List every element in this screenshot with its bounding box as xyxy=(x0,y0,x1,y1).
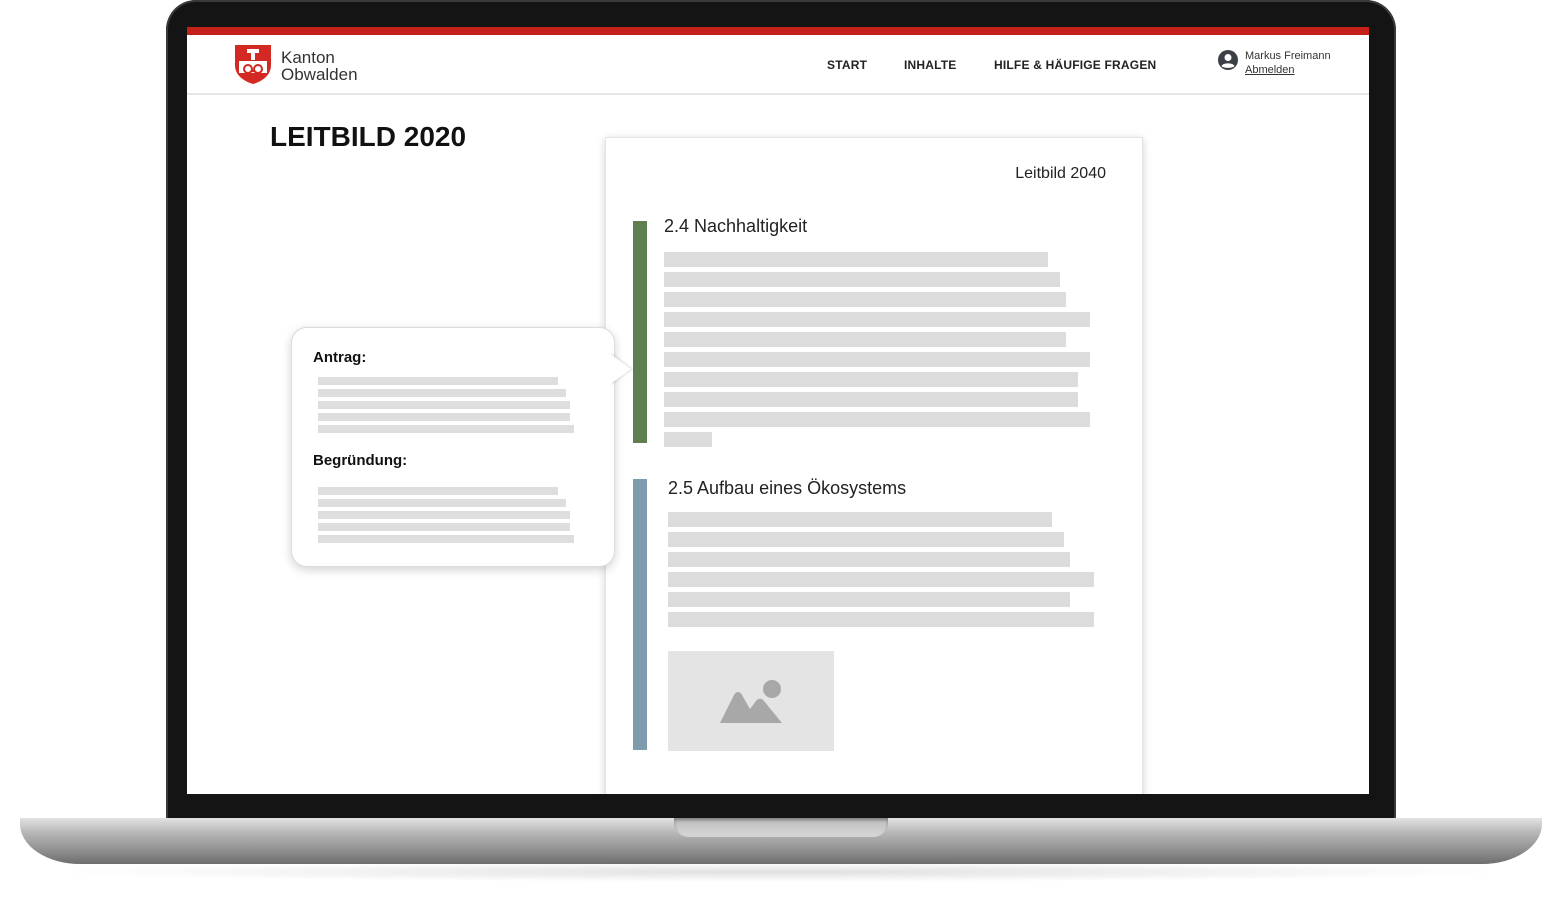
brand-top-bar xyxy=(187,27,1369,35)
text-line xyxy=(664,332,1066,347)
text-line xyxy=(668,532,1064,547)
text-line xyxy=(318,535,574,543)
nav-hilfe[interactable]: HILFE & HÄUFIGE FRAGEN xyxy=(994,58,1156,72)
text-line xyxy=(318,401,570,409)
text-line xyxy=(318,413,570,421)
callout-pointer xyxy=(609,353,631,385)
nav-inhalte[interactable]: INHALTE xyxy=(904,58,957,72)
screen: Kanton Obwalden START INHALTE HILFE & HÄ… xyxy=(187,27,1369,794)
text-line xyxy=(318,499,566,507)
document-title: Leitbild 2040 xyxy=(1015,165,1106,182)
text-line xyxy=(664,432,712,447)
logo-line-1: Kanton xyxy=(281,47,335,67)
logout-link[interactable]: Abmelden xyxy=(1245,63,1331,77)
nav-start[interactable]: START xyxy=(827,58,867,72)
section-marker-oekosystem xyxy=(633,479,647,750)
text-line xyxy=(668,512,1052,527)
text-line xyxy=(664,372,1078,387)
text-line xyxy=(318,511,570,519)
logo[interactable]: Kanton Obwalden xyxy=(233,41,358,90)
section-heading-oekosystem: 2.5 Aufbau eines Ökosystems xyxy=(668,478,907,498)
begruendung-label: Begründung: xyxy=(313,452,408,469)
logo-line-2: Obwalden xyxy=(281,64,358,84)
text-line xyxy=(664,292,1066,307)
page-title: LEITBILD 2020 xyxy=(270,121,467,152)
text-line xyxy=(664,312,1090,327)
text-line xyxy=(664,392,1078,407)
section-marker-nachhaltigkeit xyxy=(633,221,647,443)
text-line xyxy=(318,389,566,397)
logo-text: Kanton Obwalden xyxy=(281,49,358,83)
text-line xyxy=(318,425,574,433)
text-line xyxy=(318,487,558,495)
laptop-notch xyxy=(674,818,888,837)
text-line xyxy=(318,377,558,385)
text-line xyxy=(668,592,1070,607)
antrag-label: Antrag: xyxy=(313,349,367,366)
text-line xyxy=(664,252,1048,267)
user-account-icon[interactable] xyxy=(1217,49,1239,77)
document-page: Leitbild 2040 2.4 Nachhaltigkeit 2.5 Auf… xyxy=(605,137,1143,794)
text-line xyxy=(668,572,1094,587)
image-placeholder xyxy=(668,651,834,751)
text-line xyxy=(664,412,1090,427)
coat-of-arms-icon xyxy=(233,41,273,90)
user-area: Markus Freimann Abmelden xyxy=(1217,49,1331,77)
comment-callout[interactable]: Antrag: Begründung: xyxy=(291,327,615,567)
text-line xyxy=(668,552,1070,567)
image-placeholder-icon xyxy=(668,680,834,755)
text-line xyxy=(664,352,1090,367)
text-line xyxy=(318,523,570,531)
text-line xyxy=(664,272,1060,287)
site-header: Kanton Obwalden START INHALTE HILFE & HÄ… xyxy=(187,35,1369,95)
text-line xyxy=(668,612,1094,627)
laptop-shadow xyxy=(40,862,1520,882)
user-name: Markus Freimann xyxy=(1245,50,1331,62)
section-heading-nachhaltigkeit: 2.4 Nachhaltigkeit xyxy=(664,216,808,236)
